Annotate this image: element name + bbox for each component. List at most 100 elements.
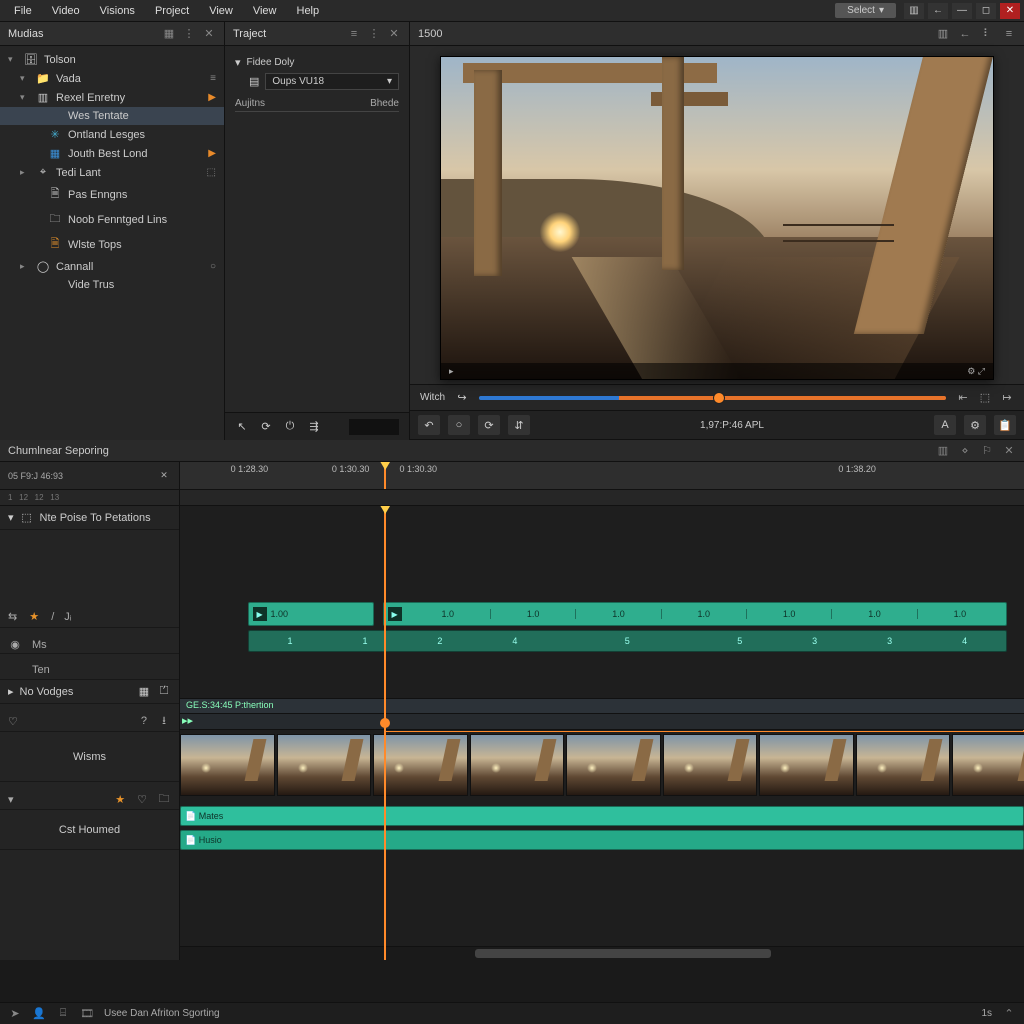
clip-thumb[interactable] xyxy=(373,734,468,796)
status-db-icon[interactable]: ⌸ xyxy=(56,1007,70,1021)
clip[interactable]: 1 1 2 4 5 5 3 3 4 xyxy=(248,630,1008,652)
status-user-icon[interactable]: 👤 xyxy=(32,1007,46,1021)
scrub-out-icon[interactable]: ⬚ xyxy=(978,391,992,405)
tree-item[interactable]: ▾📁Vada≡ xyxy=(0,69,224,88)
menu-project[interactable]: Project xyxy=(145,3,199,19)
menu-view[interactable]: View xyxy=(199,3,243,19)
link-icon[interactable]: ⇵ xyxy=(508,415,530,435)
status-arrow-icon[interactable]: ➤ xyxy=(8,1007,22,1021)
select-dropdown[interactable]: Select▾ xyxy=(835,3,896,18)
scrub-knob[interactable] xyxy=(713,392,725,404)
playhead[interactable] xyxy=(384,462,386,489)
grid-icon[interactable]: ▦ xyxy=(137,685,151,699)
audio-clip[interactable]: 📄 Husio xyxy=(180,830,1024,850)
status-up-icon[interactable]: ⌃ xyxy=(1002,1007,1016,1021)
tl-marker-icon[interactable]: ⚐ xyxy=(980,444,994,458)
clip-thumb[interactable] xyxy=(180,734,275,796)
tree-root[interactable]: ▾🗄 Tolson xyxy=(0,50,224,69)
tree-item[interactable]: ▦Jouth Best Lond▶ xyxy=(0,144,224,163)
value-box[interactable] xyxy=(349,419,399,435)
pointer-icon[interactable]: ↖ xyxy=(235,420,249,434)
tl-layout-icon[interactable]: ▥ xyxy=(936,444,950,458)
props-tab[interactable]: Traject xyxy=(233,28,266,40)
loop-icon[interactable]: ⟳ xyxy=(478,415,500,435)
lock-icon[interactable]: ⏍ xyxy=(157,685,171,699)
tree-item[interactable]: 🗎Wlste Tops xyxy=(0,232,224,257)
tl-close-icon[interactable]: ✕ xyxy=(1002,444,1016,458)
scrub-end-icon[interactable]: ↦ xyxy=(1000,391,1014,405)
clipboard-icon[interactable]: 📋 xyxy=(994,415,1016,435)
play-icon[interactable]: ▶ xyxy=(208,92,216,103)
clip[interactable]: ▶1.00 xyxy=(248,602,375,626)
menu-visions[interactable]: Visions xyxy=(90,3,145,19)
scrub-prev-icon[interactable]: ⇤ xyxy=(956,391,970,405)
tl-left-close-icon[interactable]: ✕ xyxy=(157,469,171,483)
tree-item[interactable]: ✳Ontland Lesges xyxy=(0,125,224,144)
play-icon[interactable]: ▶ xyxy=(253,607,267,621)
clip-thumb[interactable] xyxy=(759,734,854,796)
media-tab[interactable]: Mudias xyxy=(8,28,43,40)
props-more-icon[interactable]: ⋮ xyxy=(367,27,381,41)
download-icon[interactable]: ⭳ xyxy=(157,714,171,728)
folder-icon[interactable]: 🗀 xyxy=(157,792,171,806)
timeline-tracks[interactable]: OMD ▶1.00 ▶ 1.01.01.01.01.01.01.0 OMD 1 … xyxy=(180,506,1024,960)
menu-view2[interactable]: View xyxy=(243,3,287,19)
clip-thumb[interactable] xyxy=(470,734,565,796)
scrub-next-icon[interactable]: ↪ xyxy=(455,391,469,405)
timeline-title[interactable]: Chumlnear Seporing xyxy=(8,445,109,457)
close-icon[interactable]: ✕ xyxy=(1000,3,1020,19)
clip-thumb[interactable] xyxy=(952,734,1024,796)
tree-item[interactable]: ▾▥Rexel Enretny▶ xyxy=(0,88,224,107)
min-icon[interactable]: — xyxy=(952,3,972,19)
star-icon[interactable]: ★ xyxy=(27,610,41,623)
text-icon[interactable]: A xyxy=(934,415,956,435)
viewer-back-icon[interactable]: ← xyxy=(958,27,972,41)
menu-file[interactable]: File xyxy=(4,3,42,19)
gear-icon[interactable]: ⚙ xyxy=(964,415,986,435)
status-film-icon[interactable]: 🎞 xyxy=(80,1007,94,1021)
tree-item[interactable]: Vide Trus xyxy=(0,276,224,294)
max-icon[interactable]: ◻ xyxy=(976,3,996,19)
tree-item[interactable]: 🗀Noob Fenntged Lins xyxy=(0,207,224,232)
clip-thumb[interactable] xyxy=(566,734,661,796)
props-menu-icon[interactable]: ≡ xyxy=(347,27,361,41)
panel-grid-icon[interactable]: ▦ xyxy=(162,27,176,41)
play-icon[interactable]: ▶ xyxy=(208,148,216,159)
viewer-tab[interactable]: 1500 xyxy=(418,28,442,40)
power-icon[interactable]: ⏻ xyxy=(283,420,297,434)
share-icon[interactable]: ⇶ xyxy=(307,420,321,434)
menu-help[interactable]: Help xyxy=(287,3,330,19)
play-icon[interactable]: ▶ xyxy=(388,607,402,621)
viewer-layout-icon[interactable]: ▥ xyxy=(936,27,950,41)
back-icon[interactable]: ← xyxy=(928,3,948,19)
scrub-track[interactable] xyxy=(479,396,946,400)
tree-item[interactable]: 🗎Pas Enngns xyxy=(0,182,224,207)
tl-snap-icon[interactable]: ⋄ xyxy=(958,444,972,458)
clip-thumb[interactable] xyxy=(663,734,758,796)
clip-thumb[interactable] xyxy=(856,734,951,796)
tree-item-selected[interactable]: Wes Tentate xyxy=(0,107,224,125)
menu-video[interactable]: Video xyxy=(42,3,90,19)
refresh-icon[interactable]: ⟳ xyxy=(259,420,273,434)
section-icon[interactable]: ⬚ xyxy=(20,511,34,525)
star-icon[interactable]: ★ xyxy=(113,793,127,806)
clip-thumb[interactable] xyxy=(277,734,372,796)
undo-icon[interactable]: ↶ xyxy=(418,415,440,435)
clip[interactable]: ▶ 1.01.01.01.01.01.01.0 xyxy=(383,602,1008,626)
props-close-icon[interactable]: ✕ xyxy=(387,27,401,41)
panel-close-icon[interactable]: ✕ xyxy=(202,27,216,41)
panel-menu-icon[interactable]: ⋮ xyxy=(182,27,196,41)
timeline-h-scroll[interactable] xyxy=(180,946,1024,960)
record-icon[interactable]: ○ xyxy=(448,415,470,435)
preview-zoom-icons[interactable]: ⚙ ⤢ xyxy=(967,366,985,377)
clip-selector[interactable]: Oups VU18▾ xyxy=(265,73,399,90)
viewer-menu-icon[interactable]: ⠇ xyxy=(980,27,994,41)
tree-item[interactable]: ▸◯Cannall○ xyxy=(0,257,224,276)
timeline-ruler[interactable]: 0 1:28.30 0 1:30.30 0 1:30.30 0 1:38.20 xyxy=(180,462,1024,489)
viewer-sliders-icon[interactable]: ≡ xyxy=(1002,27,1016,41)
tree-item[interactable]: ▸⌖Tedi Lant⬚ xyxy=(0,163,224,182)
layout-icon[interactable]: ▥ xyxy=(904,3,924,19)
preview-monitor[interactable]: ▸⚙ ⤢ xyxy=(440,56,994,380)
audio-clip[interactable]: 📄 Mates xyxy=(180,806,1024,826)
mute-icon[interactable]: ◉ xyxy=(8,638,22,651)
